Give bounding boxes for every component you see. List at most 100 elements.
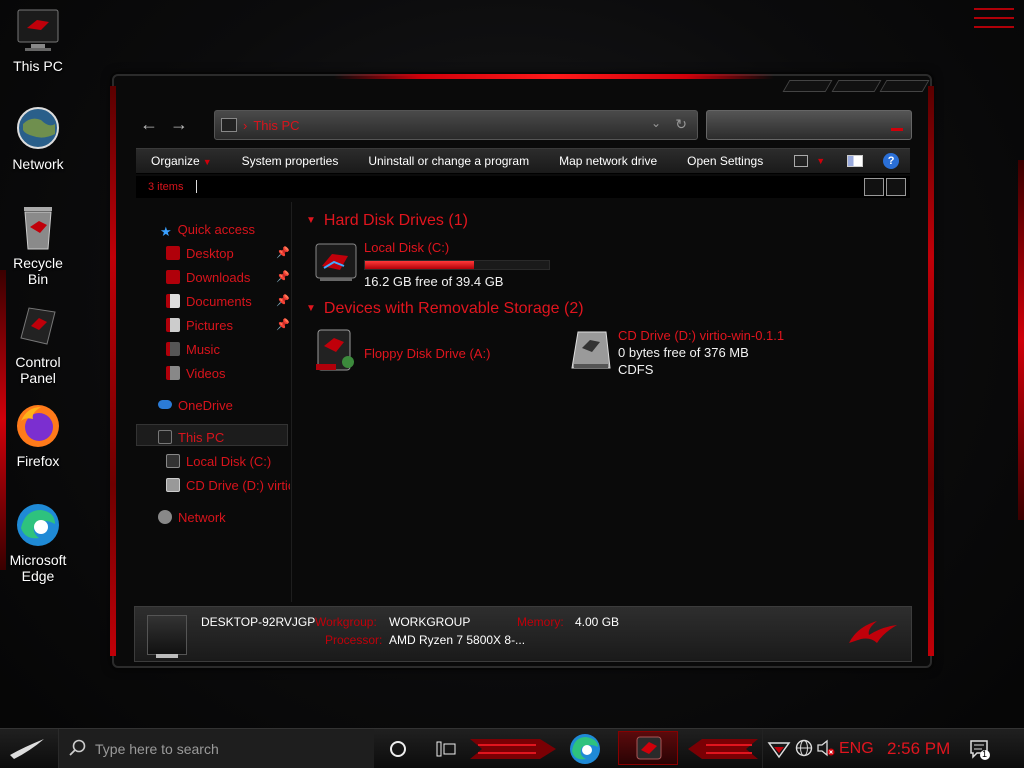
window-caption-buttons[interactable] — [782, 80, 930, 92]
forward-arrow-icon[interactable]: → — [168, 114, 190, 136]
group-header-removable[interactable]: ▼ Devices with Removable Storage (2) — [306, 300, 584, 318]
desktop-icon-label: Firefox — [16, 453, 60, 469]
organize-label: Organize — [151, 154, 200, 168]
nav-quick-access[interactable]: ★ Quick access — [160, 220, 255, 240]
nav-pictures[interactable]: Pictures — [166, 316, 233, 336]
language-indicator[interactable]: ENG — [839, 740, 874, 758]
action-center-button[interactable]: 1 — [969, 739, 990, 760]
drive-local-disk-c[interactable]: Local Disk (C:) 16.2 GB free of 39.4 GB — [314, 240, 564, 290]
preview-pane-icon[interactable] — [847, 155, 864, 167]
rog-start-icon — [10, 739, 44, 759]
maximize-button[interactable] — [831, 80, 881, 92]
music-folder-icon — [166, 342, 180, 356]
cortana-circle-icon[interactable] — [390, 741, 406, 757]
computer-name: DESKTOP-92RVJGP — [201, 615, 316, 629]
volume-muted-icon[interactable] — [817, 739, 835, 757]
task-view-icon[interactable] — [436, 741, 456, 757]
nav-network[interactable]: Network — [158, 508, 226, 528]
open-settings-button[interactable]: Open Settings — [672, 154, 778, 168]
rog-tray-icon[interactable] — [767, 739, 791, 759]
search-input[interactable] — [706, 110, 912, 140]
view-options-chevron-icon[interactable]: ▼ — [816, 156, 825, 166]
nav-cd-drive-d[interactable]: CD Drive (D:) virtio-win-0.1.1 — [166, 476, 290, 496]
desktop-folder-icon — [166, 246, 180, 260]
breadcrumb-this-pc[interactable]: This PC — [253, 118, 299, 133]
change-view-icon[interactable] — [794, 155, 809, 167]
hard-disk-icon — [166, 454, 180, 468]
breadcrumb-chevron-icon[interactable]: › — [243, 118, 247, 133]
memory-label: Memory: — [517, 615, 564, 629]
floppy-drive-icon — [314, 328, 358, 372]
refresh-icon[interactable]: ↻ — [675, 116, 687, 133]
hard-disk-icon — [314, 240, 358, 284]
desktop-icon-firefox[interactable]: Firefox — [2, 403, 74, 469]
nav-downloads[interactable]: Downloads — [166, 268, 250, 288]
nav-desktop[interactable]: Desktop — [166, 244, 234, 264]
drive-free-space: 0 bytes free of 376 MB — [618, 345, 749, 360]
drive-name: Local Disk (C:) — [364, 240, 450, 255]
cloud-icon — [158, 400, 172, 409]
address-bar[interactable]: › This PC ⌄ ↻ — [214, 110, 698, 140]
start-button[interactable] — [0, 729, 58, 768]
edge-icon — [570, 734, 600, 764]
network-globe-icon[interactable] — [795, 739, 813, 757]
file-explorer-window: ← → › This PC ⌄ ↻ Organize ▼ System proper… — [110, 74, 934, 668]
address-dropdown-icon[interactable]: ⌄ — [651, 116, 661, 130]
search-accent — [891, 128, 903, 131]
cd-drive-icon — [166, 478, 180, 492]
drive-name: Floppy Disk Drive (A:) — [364, 346, 491, 361]
collapse-triangle-icon: ▼ — [306, 303, 316, 314]
organize-button[interactable]: Organize ▼ — [136, 154, 227, 168]
pin-icon[interactable]: 📌 — [276, 294, 290, 307]
desktop-icon-label: Microsoft Edge — [9, 552, 67, 584]
desktop-icon-microsoft-edge[interactable]: Microsoft Edge — [2, 502, 74, 584]
large-icons-view-button[interactable] — [886, 178, 906, 196]
clock[interactable]: 2:56 PM — [887, 739, 950, 759]
close-button[interactable] — [879, 80, 930, 92]
nav-this-pc[interactable]: This PC — [158, 428, 224, 448]
pin-icon[interactable]: 📌 — [276, 270, 290, 283]
desktop-icon-recycle-bin[interactable]: Recycle Bin — [2, 205, 74, 287]
nav-local-disk-c[interactable]: Local Disk (C:) — [166, 452, 271, 472]
taskbar-explorer-button[interactable] — [618, 731, 678, 765]
help-icon[interactable]: ? — [883, 153, 900, 169]
drive-free-space: 16.2 GB free of 39.4 GB — [364, 274, 504, 289]
details-view-button[interactable] — [864, 178, 884, 196]
documents-folder-icon — [166, 294, 180, 308]
minimize-button[interactable] — [782, 80, 833, 92]
navigation-pane: ★ Quick access Desktop 📌 Downloads 📌 Docu… — [136, 202, 292, 602]
desktop-icon-control-panel[interactable]: Control Panel — [2, 304, 74, 386]
nav-onedrive[interactable]: OneDrive — [158, 396, 233, 416]
pin-icon[interactable]: 📌 — [276, 246, 290, 259]
notification-count-badge: 1 — [982, 749, 988, 759]
downloads-folder-icon — [166, 270, 180, 284]
recycle-bin-icon — [15, 205, 61, 251]
collapse-triangle-icon: ▼ — [306, 215, 316, 226]
drive-cd-d[interactable]: CD Drive (D:) virtio-win-0.1.1 0 bytes f… — [568, 328, 908, 384]
rog-logo-icon — [847, 617, 899, 647]
nav-documents[interactable]: Documents — [166, 292, 252, 312]
desktop-icon-network[interactable]: Network — [2, 106, 74, 172]
this-pc-small-icon — [221, 118, 237, 132]
pin-icon[interactable]: 📌 — [276, 318, 290, 331]
drive-floppy-a[interactable]: Floppy Disk Drive (A:) — [314, 328, 554, 378]
taskbar-edge-button[interactable] — [566, 731, 604, 767]
star-icon: ★ — [160, 224, 172, 239]
status-bar: 3 items — [136, 176, 910, 198]
taskbar-search-box[interactable]: Type here to search — [58, 729, 374, 768]
nav-videos[interactable]: Videos — [166, 364, 226, 384]
map-network-drive-button[interactable]: Map network drive — [544, 154, 672, 168]
group-header-hard-disks[interactable]: ▼ Hard Disk Drives (1) — [306, 212, 468, 230]
computer-icon — [147, 615, 187, 658]
uninstall-program-button[interactable]: Uninstall or change a program — [353, 154, 544, 168]
nav-label: Downloads — [186, 270, 251, 285]
chevron-down-icon: ▼ — [202, 157, 212, 167]
details-pane: DESKTOP-92RVJGP Workgroup: WORKGROUP Mem… — [134, 606, 912, 662]
back-arrow-icon[interactable]: ← — [138, 114, 160, 136]
nav-music[interactable]: Music — [166, 340, 220, 360]
window-left-accent — [110, 86, 116, 656]
nav-label: Pictures — [186, 318, 233, 333]
system-properties-button[interactable]: System properties — [227, 154, 354, 168]
desktop-icon-this-pc[interactable]: This PC — [2, 8, 74, 74]
nav-label: Music — [186, 342, 220, 357]
